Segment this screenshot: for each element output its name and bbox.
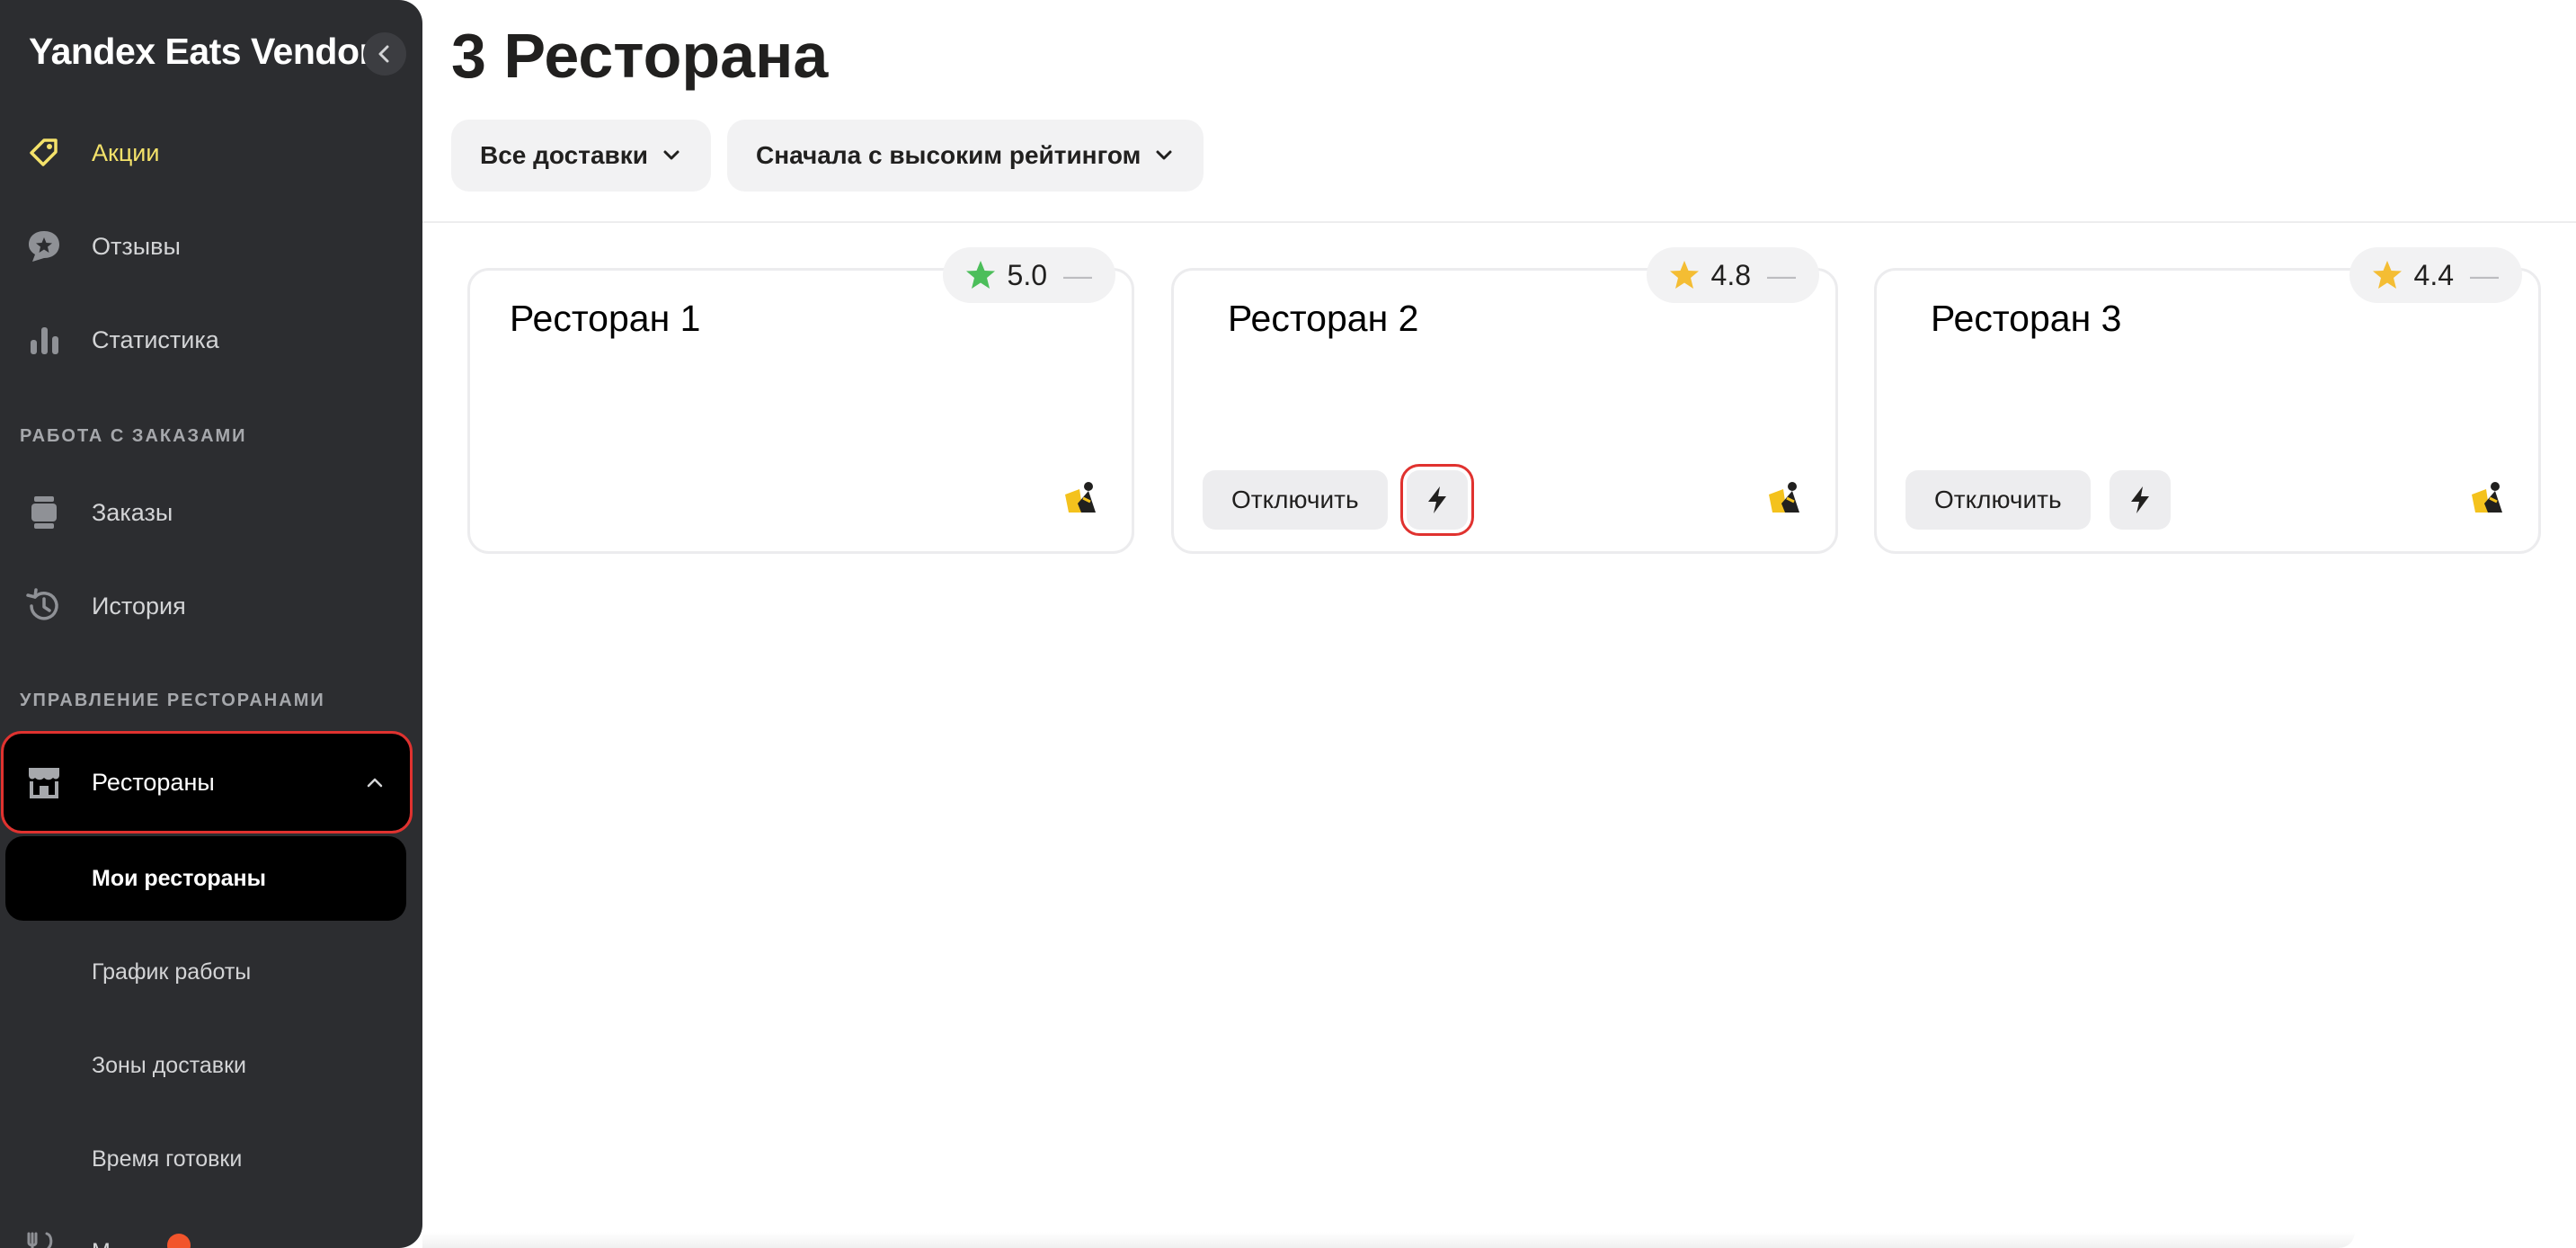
sidebar-item-orders[interactable]: Заказы xyxy=(5,469,406,556)
restaurant-card[interactable]: Ресторан 2 4.8 — Отключить xyxy=(1171,247,1838,554)
rating-dash: — xyxy=(1767,258,1796,291)
history-icon xyxy=(23,585,65,627)
bottom-shadow xyxy=(422,1232,2355,1248)
disable-button[interactable]: Отключить xyxy=(1905,470,2091,530)
chevron-down-icon xyxy=(663,150,680,160)
bar-chart-icon xyxy=(23,319,65,361)
collapse-sidebar-button[interactable] xyxy=(363,32,406,76)
sort-dropdown[interactable]: Сначала с высоким рейтингом xyxy=(727,120,1204,192)
sidebar-item-promotions[interactable]: Акции xyxy=(5,110,406,196)
tag-icon xyxy=(23,132,65,174)
restaurant-name: Ресторан 2 xyxy=(1228,298,1419,339)
rating-value: 4.4 xyxy=(2413,258,2454,291)
delivery-filter-label: Все доставки xyxy=(480,141,648,169)
main-content: 3 Ресторана Все доставки Сначала с высок… xyxy=(422,0,2576,1248)
rating-badge: 4.8 — xyxy=(1646,247,1819,303)
page-title: 3 Ресторана xyxy=(451,21,829,91)
star-icon xyxy=(1669,261,1699,289)
sidebar-item-statistics[interactable]: Статистика xyxy=(5,297,406,383)
store-icon xyxy=(23,762,65,803)
rating-badge: 5.0 — xyxy=(942,247,1115,303)
section-title-restaurants: УПРАВЛЕНИЕ РЕСТОРАНАМИ xyxy=(20,691,325,710)
notification-dot xyxy=(167,1234,191,1248)
sidebar-item-label: Рестораны xyxy=(92,768,215,796)
sidebar-subitem-my-restaurants[interactable]: Мои рестораны xyxy=(5,836,406,921)
courier-delivery-icon xyxy=(1061,478,1099,521)
sidebar-item-label: Заказы xyxy=(92,498,173,526)
brand-title: Yandex Eats Vendor xyxy=(29,31,373,72)
restaurant-name: Ресторан 3 xyxy=(1931,298,2122,339)
header-divider xyxy=(422,221,2576,223)
disable-button[interactable]: Отключить xyxy=(1203,470,1388,530)
star-icon xyxy=(2372,261,2402,289)
restaurant-name: Ресторан 1 xyxy=(510,298,701,339)
lightning-icon xyxy=(1428,486,1446,513)
rating-dash: — xyxy=(2470,258,2499,291)
fork-knife-icon xyxy=(25,1232,58,1248)
chevron-down-icon xyxy=(1156,150,1172,160)
sidebar-subitem-delivery-zones[interactable]: Зоны доставки xyxy=(5,1023,406,1108)
review-star-bubble-icon xyxy=(23,226,65,267)
sidebar-subitem-label: Зоны доставки xyxy=(92,1052,246,1078)
section-title-orders: РАБОТА С ЗАКАЗАМИ xyxy=(20,426,247,446)
rating-value: 5.0 xyxy=(1007,258,1047,291)
sidebar-subitem-cooking-time[interactable]: Время готовки xyxy=(5,1117,406,1201)
sidebar-item-restaurants[interactable]: Рестораны xyxy=(1,731,413,833)
sidebar-subitem-label: Мои рестораны xyxy=(92,865,266,891)
rating-badge: 4.4 — xyxy=(2349,247,2522,303)
chevron-left-icon xyxy=(378,45,389,63)
sidebar-item-label: Акции xyxy=(92,138,160,166)
star-icon xyxy=(965,261,995,289)
sidebar-item-label: История xyxy=(92,592,186,620)
sidebar-subitem-label: График работы xyxy=(92,958,252,985)
fast-delivery-button[interactable] xyxy=(2110,470,2171,530)
rating-dash: — xyxy=(1063,258,1092,291)
sidebar-item-reviews[interactable]: Отзывы xyxy=(5,203,406,290)
restaurant-card[interactable]: Ресторан 3 4.4 — Отключить xyxy=(1874,247,2541,554)
sidebar-item-history[interactable]: История xyxy=(5,563,406,649)
orders-icon xyxy=(23,492,65,533)
chevron-up-icon xyxy=(367,778,383,788)
sidebar-item-label: Отзывы xyxy=(92,232,181,260)
sidebar-item-label[interactable]: М xyxy=(92,1239,111,1248)
app-root: Yandex Eats Vendor Акции Отзывы Статисти… xyxy=(0,0,2576,1248)
sidebar: Yandex Eats Vendor Акции Отзывы Статисти… xyxy=(0,0,422,1248)
restaurant-card[interactable]: Ресторан 1 5.0 — xyxy=(467,247,1134,554)
fast-delivery-button[interactable] xyxy=(1400,464,1474,536)
sidebar-subitem-schedule[interactable]: График работы xyxy=(5,930,406,1014)
rating-value: 4.8 xyxy=(1710,258,1751,291)
sidebar-item-label: Статистика xyxy=(92,325,219,353)
courier-delivery-icon xyxy=(1765,478,1803,521)
lightning-icon xyxy=(2131,486,2149,513)
delivery-filter-dropdown[interactable]: Все доставки xyxy=(451,120,711,192)
sidebar-subitem-label: Время готовки xyxy=(92,1145,243,1172)
sort-label: Сначала с высоким рейтингом xyxy=(756,141,1141,169)
courier-delivery-icon xyxy=(2468,478,2506,521)
